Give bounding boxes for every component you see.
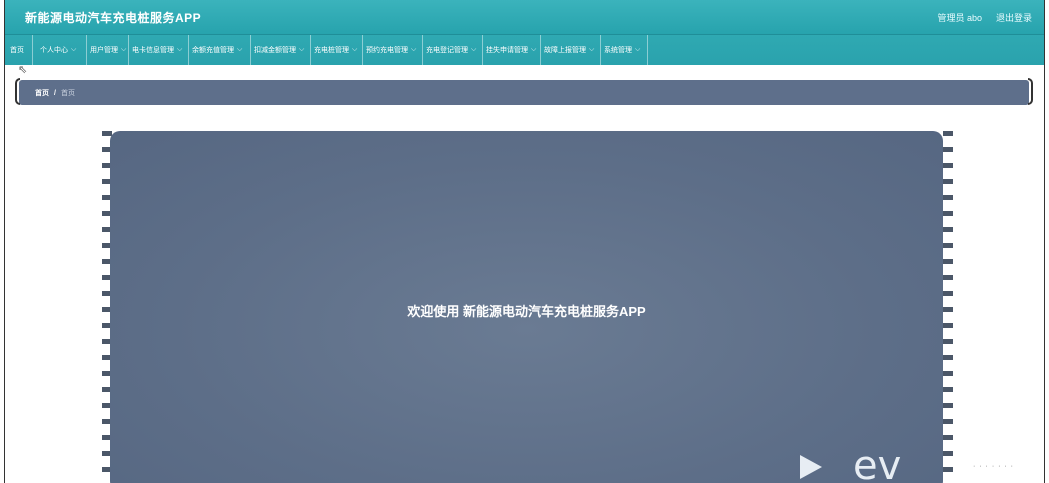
app-window: 新能源电动汽车充电桩服务APP 管理员 abo 退出登录 首页 个人中心 ⌵ 用户… xyxy=(4,0,1045,483)
nav-item-reservation-management[interactable]: 预约充电管理 ⌵ xyxy=(363,35,423,65)
app-title: 新能源电动汽车充电桩服务APP xyxy=(25,11,202,25)
watermark-logo: ev xyxy=(853,443,902,483)
mouse-pointer-icon: ⇖ xyxy=(18,64,28,76)
logout-link[interactable]: 退出登录 xyxy=(996,11,1032,24)
chevron-down-icon: ⌵ xyxy=(237,46,243,53)
chevron-down-icon: ⌵ xyxy=(589,46,595,53)
welcome-card: 欢迎使用 新能源电动汽车充电桩服务APP xyxy=(110,131,943,483)
nav-item-charging-pile-management[interactable]: 充电桩管理 ⌵ xyxy=(311,35,363,65)
nav-item-home[interactable]: 首页 xyxy=(7,35,33,65)
nav-item-fault-report-management[interactable]: 故障上报管理 ⌵ xyxy=(541,35,601,65)
nav-label: 充电登记管理 xyxy=(426,47,468,54)
current-user: 管理员 abo xyxy=(937,13,982,23)
nav-item-system-management[interactable]: 系统管理 ⌵ xyxy=(601,35,648,65)
chevron-down-icon: ⌵ xyxy=(635,46,641,53)
play-triangle-icon xyxy=(800,455,822,479)
top-header: 新能源电动汽车充电桩服务APP 管理员 abo 退出登录 xyxy=(5,0,1044,34)
chevron-down-icon: ⌵ xyxy=(71,46,77,53)
chevron-down-icon: ⌵ xyxy=(471,46,477,53)
nav-label: 系统管理 xyxy=(604,47,632,54)
chevron-down-icon: ⌵ xyxy=(299,46,305,53)
breadcrumb-separator: / xyxy=(54,90,56,97)
breadcrumb-home-link[interactable]: 首页 xyxy=(35,90,49,97)
decorative-edge-right xyxy=(943,131,953,483)
nav-item-card-info-management[interactable]: 电卡信息管理 ⌵ xyxy=(129,35,189,65)
main-nav: 首页 个人中心 ⌵ 用户管理 ⌵ 电卡信息管理 ⌵ 余额充值管理 ⌵ 扣减金额管理 ⌵ 充… xyxy=(5,34,1044,65)
nav-item-personal-center[interactable]: 个人中心 ⌵ xyxy=(37,35,87,65)
nav-label: 余额充值管理 xyxy=(192,47,234,54)
watermark-subtext-icon: · · · · · · · xyxy=(973,463,1014,470)
welcome-message: 欢迎使用 新能源电动汽车充电桩服务APP xyxy=(407,304,646,319)
chevron-down-icon: ⌵ xyxy=(177,46,183,53)
nav-item-loss-report-management[interactable]: 挂失申请管理 ⌵ xyxy=(483,35,541,65)
nav-label: 电卡信息管理 xyxy=(132,47,174,54)
nav-item-charging-registration-management[interactable]: 充电登记管理 ⌵ xyxy=(423,35,483,65)
nav-label: 挂失申请管理 xyxy=(486,47,528,54)
chevron-down-icon: ⌵ xyxy=(411,46,417,53)
nav-label: 个人中心 xyxy=(40,47,68,54)
nav-item-deduction-management[interactable]: 扣减金额管理 ⌵ xyxy=(251,35,311,65)
nav-label: 首页 xyxy=(10,47,24,54)
breadcrumb-current: 首页 xyxy=(60,90,75,97)
breadcrumb-trail: 首页 / 首页 xyxy=(35,88,75,98)
nav-label: 扣减金额管理 xyxy=(254,47,296,54)
chevron-down-icon: ⌵ xyxy=(352,46,358,53)
nav-item-user-management[interactable]: 用户管理 ⌵ xyxy=(87,35,129,65)
nav-label: 预约充电管理 xyxy=(366,47,408,54)
nav-label: 故障上报管理 xyxy=(544,47,586,54)
breadcrumb: 首页 / 首页 xyxy=(15,78,1033,105)
nav-item-balance-recharge-management[interactable]: 余额充值管理 ⌵ xyxy=(189,35,251,65)
chevron-down-icon: ⌵ xyxy=(531,46,537,53)
chevron-down-icon: ⌵ xyxy=(121,46,127,53)
nav-label: 充电桩管理 xyxy=(314,47,349,54)
nav-label: 用户管理 xyxy=(90,47,118,54)
